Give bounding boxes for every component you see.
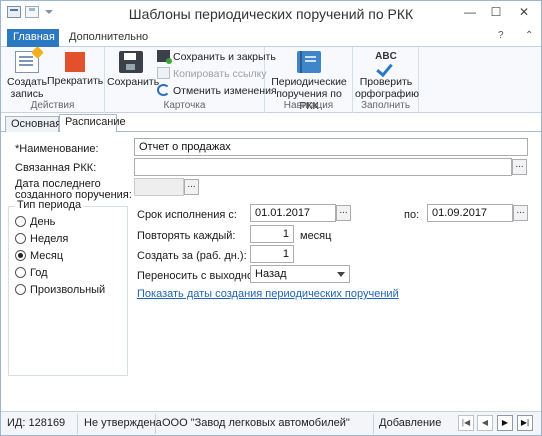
- copy-link-icon: [157, 67, 170, 79]
- period-option-custom[interactable]: Произвольный: [15, 283, 105, 297]
- window-title: Шаблоны периодических поручений по РКК: [128, 6, 414, 22]
- create-before-label: Создать за (раб. дн.):: [137, 250, 247, 262]
- deadline-to-label: по:: [404, 209, 420, 221]
- save-button[interactable]: Сохранить: [107, 49, 159, 88]
- status-divider: [373, 414, 374, 434]
- edit-mode: Добавление: [379, 417, 442, 429]
- content-tabs: Основная Расписание: [1, 114, 541, 133]
- ribbon-group-navigation: Периодические поручения по РКК Навигация: [265, 47, 353, 113]
- title-bar: Шаблоны периодических поручений по РКК —…: [1, 1, 541, 27]
- deadline-label: Срок исполнения с:: [137, 209, 237, 221]
- deadline-to-picker-button[interactable]: ...: [513, 205, 528, 221]
- help-icon[interactable]: ?: [498, 30, 504, 41]
- period-type-title: Тип периода: [15, 199, 84, 211]
- tab-schedule[interactable]: Расписание: [59, 114, 126, 133]
- ribbon-tabs: Главная Дополнительно: [1, 27, 541, 47]
- deadline-from-input[interactable]: 01.01.2017: [250, 204, 336, 222]
- radio-icon: [15, 284, 26, 295]
- book-icon: [297, 51, 321, 73]
- deadline-to-input[interactable]: 01.09.2017: [427, 204, 513, 222]
- close-button[interactable]: ✕: [515, 4, 533, 20]
- status-bar: ИД: 128169 Не утверждена ООО "Завод легк…: [1, 411, 541, 435]
- deadline-from-picker-button[interactable]: ...: [336, 205, 351, 221]
- nav-first-button[interactable]: |◀: [458, 415, 474, 431]
- ribbon-group-label: Заполнить: [360, 100, 411, 111]
- ribbon-group-label: Карточка: [163, 100, 206, 111]
- period-option-day[interactable]: День: [15, 215, 55, 229]
- radio-icon: [15, 267, 26, 278]
- ribbon-group-card: Сохранить Сохранить и закрыть Копировать…: [105, 47, 277, 113]
- floppy-disk-icon: [119, 51, 143, 73]
- last-date-input: [134, 178, 184, 196]
- radio-icon: [15, 233, 26, 244]
- record-id: ИД: 128169: [7, 417, 66, 429]
- maximize-button[interactable]: ☐: [487, 4, 505, 20]
- period-option-month[interactable]: Месяц: [15, 249, 63, 263]
- tab-additional[interactable]: Дополнительно: [63, 29, 154, 47]
- status-divider: [77, 414, 78, 434]
- repeat-every-input[interactable]: 1: [250, 225, 294, 243]
- stop-icon: [65, 52, 85, 72]
- undo-changes-button[interactable]: Отменить изменения: [157, 83, 277, 99]
- ribbon: Создать запись Прекратить Действия Сохра…: [1, 47, 541, 113]
- name-label: *Наименование:: [15, 143, 99, 155]
- copy-link-button[interactable]: Копировать ссылку: [157, 66, 267, 82]
- ribbon-group-label: Навигация: [283, 100, 334, 111]
- period-option-week[interactable]: Неделя: [15, 232, 68, 246]
- create-record-icon: [15, 51, 39, 73]
- weekend-shift-select[interactable]: Назад: [250, 265, 350, 283]
- ribbon-group-fill: ABC Проверить орфографию Заполнить: [353, 47, 419, 113]
- nav-last-button[interactable]: ▶|: [517, 415, 533, 431]
- create-before-input[interactable]: 1: [250, 245, 294, 263]
- radio-icon: [15, 216, 26, 227]
- save-close-icon: [157, 50, 172, 64]
- status-divider: [155, 414, 156, 434]
- nav-next-button[interactable]: ▶: [497, 415, 513, 431]
- related-rkk-label: Связанная РКК:: [15, 162, 97, 174]
- last-date-picker-button: ...: [184, 179, 199, 195]
- nav-prev-button[interactable]: ◀: [477, 415, 493, 431]
- radio-checked-icon: [15, 250, 26, 261]
- window: Шаблоны периодических поручений по РКК —…: [0, 0, 542, 436]
- save-and-close-button[interactable]: Сохранить и закрыть: [157, 49, 276, 65]
- show-creation-dates-link[interactable]: Показать даты создания периодических пор…: [137, 288, 399, 300]
- stop-button[interactable]: Прекратить: [47, 49, 103, 87]
- create-record-button[interactable]: Создать запись: [7, 49, 47, 100]
- tab-main[interactable]: Главная: [7, 29, 59, 47]
- spell-check-icon: ABC: [374, 51, 398, 73]
- approval-status: Не утверждена: [84, 417, 162, 429]
- schedule-form: *Наименование: Отчет о продажах Связанна…: [1, 132, 541, 411]
- ribbon-group-actions: Создать запись Прекратить Действия: [1, 47, 105, 113]
- repeat-unit-label: месяц: [300, 230, 332, 242]
- weekend-shift-label: Переносить с выходного:: [137, 270, 267, 282]
- ribbon-group-label: Действия: [30, 100, 75, 111]
- period-option-year[interactable]: Год: [15, 266, 48, 280]
- minimize-button[interactable]: —: [461, 4, 479, 20]
- related-rkk-input[interactable]: [134, 158, 512, 176]
- undo-icon: [157, 84, 170, 96]
- repeat-every-label: Повторять каждый:: [137, 230, 236, 242]
- collapse-ribbon-icon[interactable]: ⌃: [525, 30, 533, 41]
- organization: ООО "Завод легковых автомобилей": [162, 417, 350, 429]
- spell-check-button[interactable]: ABC Проверить орфографию: [355, 49, 419, 100]
- name-input[interactable]: Отчет о продажах: [134, 138, 528, 156]
- chevron-down-icon: [337, 272, 345, 277]
- related-rkk-browse-button[interactable]: ...: [512, 159, 527, 175]
- tab-basic[interactable]: Основная: [5, 116, 61, 132]
